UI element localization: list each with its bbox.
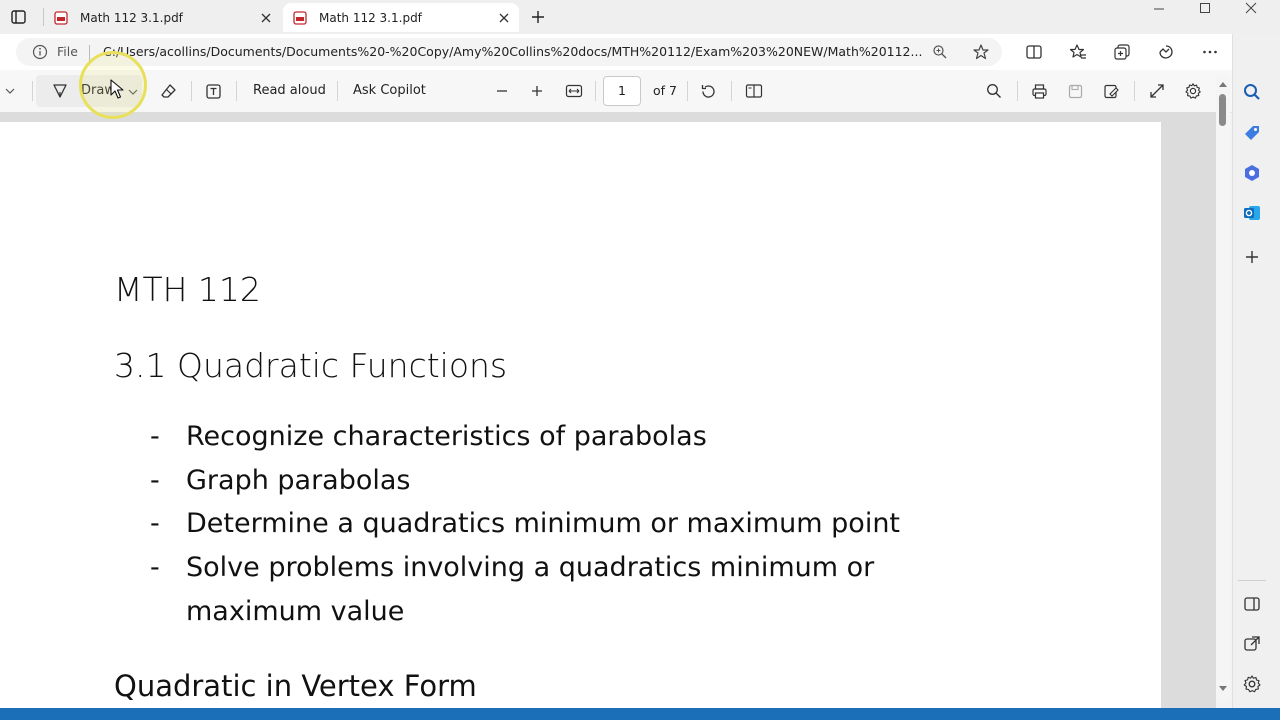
page-total-label: of 7 <box>653 83 677 98</box>
bullet-marker: - <box>150 421 160 452</box>
print-icon[interactable] <box>1031 83 1048 100</box>
draw-pen-icon <box>52 83 68 99</box>
tab-title: Math 112 3.1.pdf <box>80 10 183 25</box>
toolbar-divider <box>1134 81 1135 101</box>
fit-to-width-icon[interactable] <box>565 83 583 99</box>
maximize-icon[interactable] <box>1198 1 1212 15</box>
page-number-input[interactable]: 1 <box>603 76 641 106</box>
toolbar-divider <box>337 81 338 101</box>
tag-icon[interactable] <box>1242 123 1262 143</box>
bullet-marker: - <box>150 508 160 539</box>
toolbar-divider <box>1017 81 1018 101</box>
tab-title: Math 112 3.1.pdf <box>319 10 422 25</box>
expand-icon[interactable] <box>1149 83 1165 99</box>
chevron-down-icon[interactable] <box>4 85 16 97</box>
toolbar-divider <box>191 81 192 101</box>
split-screen-icon[interactable] <box>1025 43 1043 61</box>
search-icon[interactable] <box>1242 82 1262 102</box>
vertex-form-heading: Quadratic in Vertex Form <box>114 669 477 703</box>
toolbar-divider <box>731 81 732 101</box>
file-scheme-label: File <box>57 44 78 59</box>
collections-icon[interactable] <box>1113 43 1131 61</box>
pdf-page <box>0 122 1161 712</box>
scroll-up-arrow-icon[interactable] <box>1218 80 1228 88</box>
tab-math-112-pdf-1[interactable]: Math 112 3.1.pdf <box>44 3 281 32</box>
zoom-icon[interactable] <box>932 44 948 60</box>
close-window-icon[interactable] <box>1244 1 1258 15</box>
toolbar-divider <box>236 81 237 101</box>
close-tab-icon[interactable] <box>259 11 273 25</box>
course-title: MTH 112 <box>114 270 261 309</box>
copilot-apps-icon[interactable] <box>1242 163 1262 183</box>
pdf-file-icon <box>54 10 68 25</box>
page-view-icon[interactable] <box>745 83 763 99</box>
tab-math-112-pdf-2[interactable]: Math 112 3.1.pdf <box>283 3 519 32</box>
browser-essentials-icon[interactable] <box>1157 43 1175 61</box>
bullet-marker: - <box>150 552 160 583</box>
settings-gear-icon[interactable] <box>1184 82 1202 100</box>
save-as-icon[interactable] <box>1103 83 1120 100</box>
more-options-icon[interactable] <box>1201 43 1219 61</box>
rotate-icon[interactable] <box>700 83 717 100</box>
text-box-icon[interactable] <box>205 83 222 100</box>
bullet-item: Recognize characteristics of parabolas <box>186 421 707 452</box>
bullet-item-continuation: maximum value <box>186 596 405 627</box>
taskbar <box>0 708 1280 720</box>
tab-actions-icon[interactable] <box>10 9 28 25</box>
sidebar-divider <box>1238 580 1266 581</box>
search-icon[interactable] <box>986 83 1002 99</box>
vertical-scrollbar[interactable] <box>1216 76 1230 700</box>
add-icon[interactable] <box>1242 247 1262 267</box>
close-tab-icon[interactable] <box>497 11 511 25</box>
section-title: 3.1 Quadratic Functions <box>114 346 508 385</box>
toolbar-divider <box>32 81 33 101</box>
mouse-pointer-icon <box>110 79 124 99</box>
favorites-icon[interactable] <box>1069 43 1087 61</box>
split-screen-icon[interactable] <box>1242 594 1262 614</box>
outlook-icon[interactable] <box>1242 203 1262 223</box>
settings-icon[interactable] <box>1242 674 1262 694</box>
toolbar-divider <box>595 81 596 101</box>
new-tab-icon[interactable] <box>530 9 546 25</box>
minimize-icon[interactable] <box>1152 2 1166 16</box>
site-info-icon[interactable] <box>32 44 48 60</box>
zoom-in-icon[interactable] <box>530 84 544 98</box>
bullet-marker: - <box>150 465 160 496</box>
external-link-icon[interactable] <box>1242 634 1262 654</box>
scrollbar-thumb[interactable] <box>1219 94 1226 126</box>
scroll-down-arrow-icon[interactable] <box>1218 685 1228 693</box>
ask-copilot-button[interactable]: Ask Copilot <box>353 83 426 98</box>
eraser-icon[interactable] <box>160 83 177 100</box>
bullet-item: Determine a quadratics minimum or maximu… <box>186 508 901 539</box>
zoom-out-icon[interactable] <box>495 84 509 98</box>
bullet-item: Graph parabolas <box>186 465 411 496</box>
bullet-item: Solve problems involving a quadratics mi… <box>186 552 875 583</box>
save-icon[interactable] <box>1067 83 1084 100</box>
favorite-star-icon[interactable] <box>972 43 990 61</box>
toolbar-divider <box>687 81 688 101</box>
read-aloud-button[interactable]: Read aloud <box>253 83 326 98</box>
url-text[interactable]: C:/Users/acollins/Documents/Documents%20… <box>103 44 922 59</box>
pdf-file-icon <box>293 10 307 25</box>
